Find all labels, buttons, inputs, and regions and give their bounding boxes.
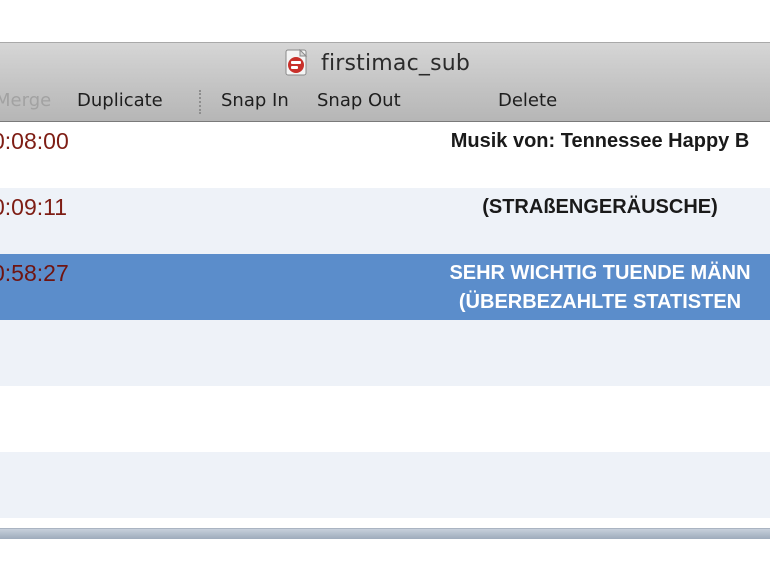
delete-button[interactable]: Delete	[498, 90, 557, 111]
subtitle-timecode: 0:08:00	[0, 128, 69, 154]
window-titlebar: firstimac_sub Merge Duplicate Snap In Sn…	[0, 42, 770, 122]
subtitle-document-icon	[285, 49, 308, 76]
empty-row[interactable]	[0, 452, 770, 518]
merge-button[interactable]: Merge	[0, 90, 51, 111]
empty-row[interactable]	[0, 320, 770, 386]
subtitle-timecode: 0:58:27	[0, 260, 69, 286]
subtitle-line: (ÜBERBEZAHLTE STATISTEN	[458, 291, 742, 313]
duplicate-button[interactable]: Duplicate	[77, 90, 163, 111]
subtitle-text: (STRAßENGERÄUSCHE)	[330, 193, 770, 222]
window-bottom-bar	[0, 528, 770, 539]
subtitle-line: SEHR WICHTIG TUENDE MÄNN	[449, 262, 751, 284]
subtitle-line: Musik von: Tennessee Happy B	[450, 130, 750, 152]
subtitle-text: Musik von: Tennessee Happy B	[330, 127, 770, 156]
subtitle-row[interactable]: 0:09:11 (STRAßENGERÄUSCHE)	[0, 188, 770, 254]
subtitle-text: SEHR WICHTIG TUENDE MÄNN (ÜBERBEZAHLTE S…	[330, 259, 770, 317]
subtitle-row-selected[interactable]: 0:58:27 SEHR WICHTIG TUENDE MÄNN (ÜBERBE…	[0, 254, 770, 320]
window-title-group: firstimac_sub	[283, 48, 470, 78]
subtitle-list: 0:08:00 Musik von: Tennessee Happy B 0:0…	[0, 122, 770, 518]
subtitle-timecode: 0:09:11	[0, 194, 68, 220]
snap-out-button[interactable]: Snap Out	[317, 90, 401, 111]
window-title: firstimac_sub	[321, 50, 471, 76]
toolbar-separator	[199, 90, 201, 114]
empty-row[interactable]	[0, 386, 770, 452]
subtitle-row[interactable]: 0:08:00 Musik von: Tennessee Happy B	[0, 122, 770, 188]
subtitle-editor-window: firstimac_sub Merge Duplicate Snap In Sn…	[0, 42, 770, 539]
subtitle-line: (STRAßENGERÄUSCHE)	[482, 196, 718, 218]
snap-in-button[interactable]: Snap In	[221, 90, 289, 111]
